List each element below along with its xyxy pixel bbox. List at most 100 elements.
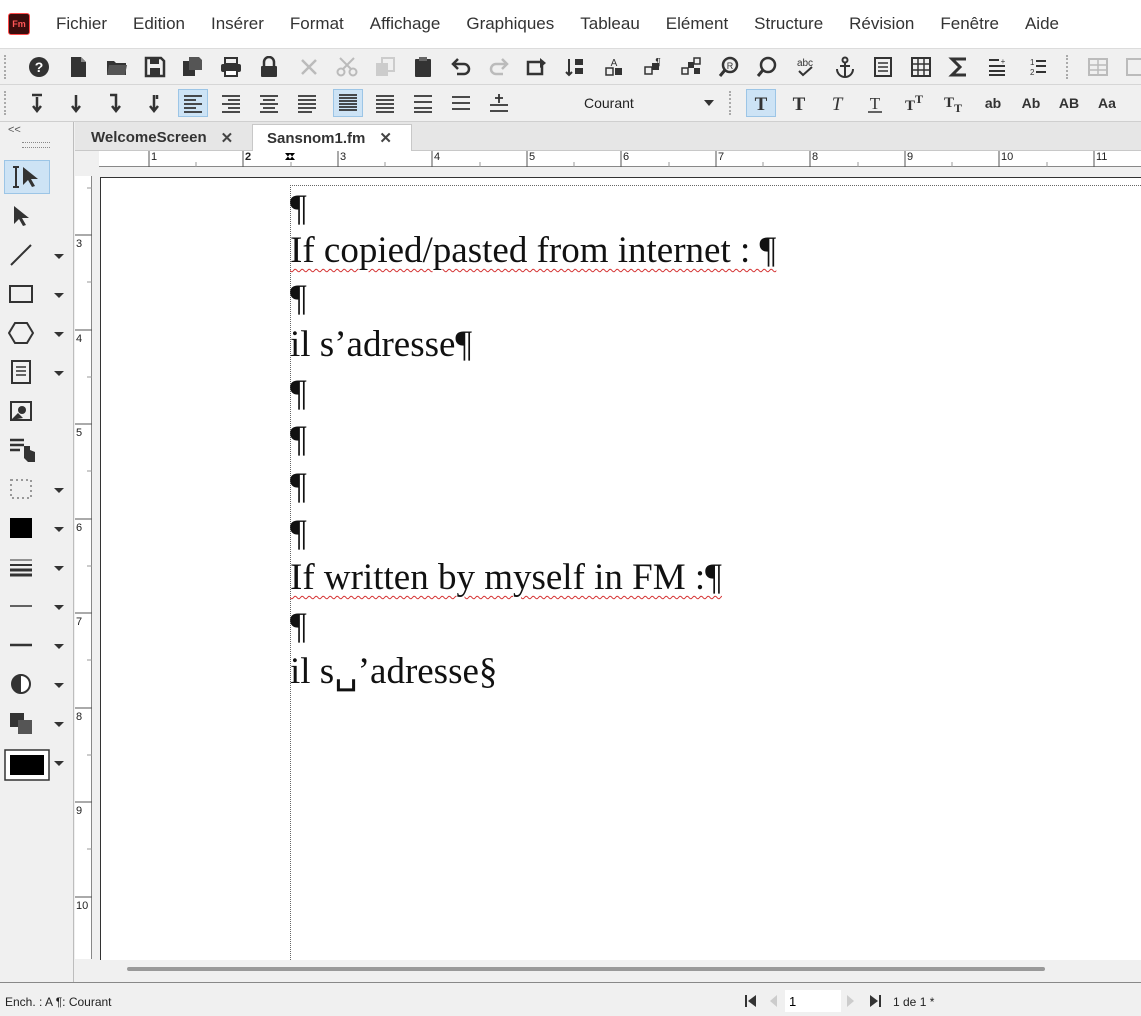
tint-tool[interactable]	[4, 667, 50, 701]
toolbar-grip[interactable]	[4, 55, 6, 79]
copy-icon[interactable]	[370, 53, 400, 81]
prev-page-icon[interactable]	[768, 993, 778, 1009]
help-icon[interactable]: ?	[24, 53, 54, 81]
underline-icon[interactable]: T	[860, 89, 890, 117]
close-icon[interactable]: ✕	[379, 129, 392, 147]
paragraph-empty[interactable]: ¶	[290, 421, 307, 458]
uppercase-icon[interactable]: AB	[1054, 89, 1084, 117]
open-folder-icon[interactable]	[102, 53, 132, 81]
cut-icon[interactable]	[332, 53, 362, 81]
paragraph-empty[interactable]: ¶	[290, 375, 307, 412]
paragraph-il-sadresse-fm[interactable]: il s␣’adresse§	[290, 653, 497, 690]
chevron-down-icon[interactable]	[54, 371, 64, 376]
text-frame-tool[interactable]	[4, 355, 50, 389]
insert-elements-icon[interactable]	[676, 53, 706, 81]
last-page-icon[interactable]	[868, 993, 882, 1009]
line-end-tool[interactable]	[4, 589, 50, 623]
chevron-down-icon[interactable]	[54, 644, 64, 649]
polygon-tool[interactable]	[4, 316, 50, 350]
page-number-input[interactable]	[785, 990, 841, 1012]
border-color-tool[interactable]	[4, 748, 50, 782]
paste-icon[interactable]	[408, 53, 438, 81]
paragraph-empty[interactable]: ¶	[290, 515, 307, 552]
table-icon[interactable]	[906, 53, 936, 81]
graphic-frame-tool[interactable]	[4, 394, 50, 428]
bold-icon[interactable]: T	[784, 89, 814, 117]
paragraph-empty[interactable]: ¶	[290, 280, 307, 317]
line-spacing-double-icon[interactable]	[408, 89, 438, 117]
new-document-icon[interactable]	[63, 53, 93, 81]
space-above-icon[interactable]	[22, 89, 52, 117]
close-icon[interactable]: ✕	[221, 129, 234, 147]
menu-element[interactable]: Elément	[666, 14, 728, 34]
subscript-icon[interactable]: TT	[938, 89, 968, 117]
footnote-icon[interactable]: +	[982, 53, 1012, 81]
superscript-icon[interactable]: TT	[899, 89, 929, 117]
horizontal-ruler[interactable]: 1 2 3 4 5 6 7 8 9 10 11	[99, 151, 1141, 167]
tab-welcomescreen[interactable]: WelcomeScreen ✕	[77, 124, 233, 151]
paragraph-empty[interactable]: ¶	[290, 190, 307, 227]
titlecase-icon[interactable]: Ab	[1016, 89, 1046, 117]
smallcaps-icon[interactable]: Aa	[1092, 89, 1122, 117]
lock-icon[interactable]	[254, 53, 284, 81]
vertical-ruler[interactable]: 3 4 5 6 7 8 9 10	[75, 176, 92, 959]
spell-check-icon[interactable]: abc	[790, 53, 820, 81]
tab-sansnom1[interactable]: Sansnom1.fm ✕	[252, 124, 412, 151]
paragraph-format-select[interactable]: Courant	[578, 91, 720, 115]
paragraph-empty[interactable]: ¶	[290, 608, 307, 645]
align-right-icon[interactable]	[216, 89, 246, 117]
paragraph-il-sadresse[interactable]: il s’adresse¶	[290, 326, 472, 363]
chevron-down-icon[interactable]	[54, 527, 64, 532]
first-page-icon[interactable]	[744, 993, 758, 1009]
line-spacing-single-icon[interactable]	[333, 89, 363, 117]
menu-fichier[interactable]: Fichier	[56, 14, 107, 34]
rectangle-tool[interactable]	[4, 277, 50, 311]
undo-icon[interactable]	[446, 53, 476, 81]
chevron-down-icon[interactable]	[54, 332, 64, 337]
panel-layout-icon[interactable]	[1083, 53, 1113, 81]
align-left-icon[interactable]	[178, 89, 208, 117]
numbered-list-icon[interactable]: 12	[1022, 53, 1052, 81]
toolbar-grip[interactable]	[4, 91, 6, 115]
find-replace-icon[interactable]: R	[714, 53, 744, 81]
chevron-down-icon[interactable]	[54, 254, 64, 259]
chevron-down-icon[interactable]	[54, 605, 64, 610]
menu-revision[interactable]: Révision	[849, 14, 914, 34]
paragraph-written-heading[interactable]: If written by myself in FM :¶	[290, 559, 722, 596]
chevron-down-icon[interactable]	[54, 761, 64, 766]
align-center-icon[interactable]	[254, 89, 284, 117]
print-icon[interactable]	[216, 53, 246, 81]
lowercase-icon[interactable]: ab	[978, 89, 1008, 117]
menu-format[interactable]: Format	[290, 14, 344, 34]
menu-aide[interactable]: Aide	[1025, 14, 1059, 34]
insert-variable-icon[interactable]: A	[599, 53, 629, 81]
menu-edition[interactable]: Edition	[133, 14, 185, 34]
increase-spacing-icon[interactable]	[484, 89, 514, 117]
menu-graphiques[interactable]: Graphiques	[466, 14, 554, 34]
paragraph-copied-heading[interactable]: If copied/pasted from internet : ¶	[290, 232, 776, 269]
delete-icon[interactable]	[294, 53, 324, 81]
tab-stop-icon[interactable]	[139, 89, 169, 117]
select-object-tool[interactable]	[4, 199, 50, 233]
chevron-down-icon[interactable]	[54, 566, 64, 571]
hotspot-tool[interactable]	[4, 433, 50, 467]
space-below-icon[interactable]	[61, 89, 91, 117]
menu-affichage[interactable]: Affichage	[370, 14, 441, 34]
menu-inserer[interactable]: Insérer	[211, 14, 264, 34]
smart-select-tool[interactable]	[4, 160, 50, 194]
insert-cross-ref-icon[interactable]: ¶	[638, 53, 668, 81]
menu-fenetre[interactable]: Fenêtre	[940, 14, 999, 34]
chevron-down-icon[interactable]	[54, 683, 64, 688]
save-as-icon[interactable]	[177, 53, 207, 81]
chevron-down-icon[interactable]	[54, 293, 64, 298]
line-spacing-15-icon[interactable]	[370, 89, 400, 117]
toolbar-grip[interactable]	[1066, 55, 1068, 79]
overprint-tool[interactable]	[4, 706, 50, 740]
line-tool[interactable]	[4, 238, 50, 272]
anchor-icon[interactable]	[830, 53, 860, 81]
save-icon[interactable]	[140, 53, 170, 81]
horizontal-scrollbar[interactable]	[127, 967, 1045, 971]
line-spacing-custom-icon[interactable]	[446, 89, 476, 117]
menu-tableau[interactable]: Tableau	[580, 14, 640, 34]
redo-icon[interactable]	[484, 53, 514, 81]
